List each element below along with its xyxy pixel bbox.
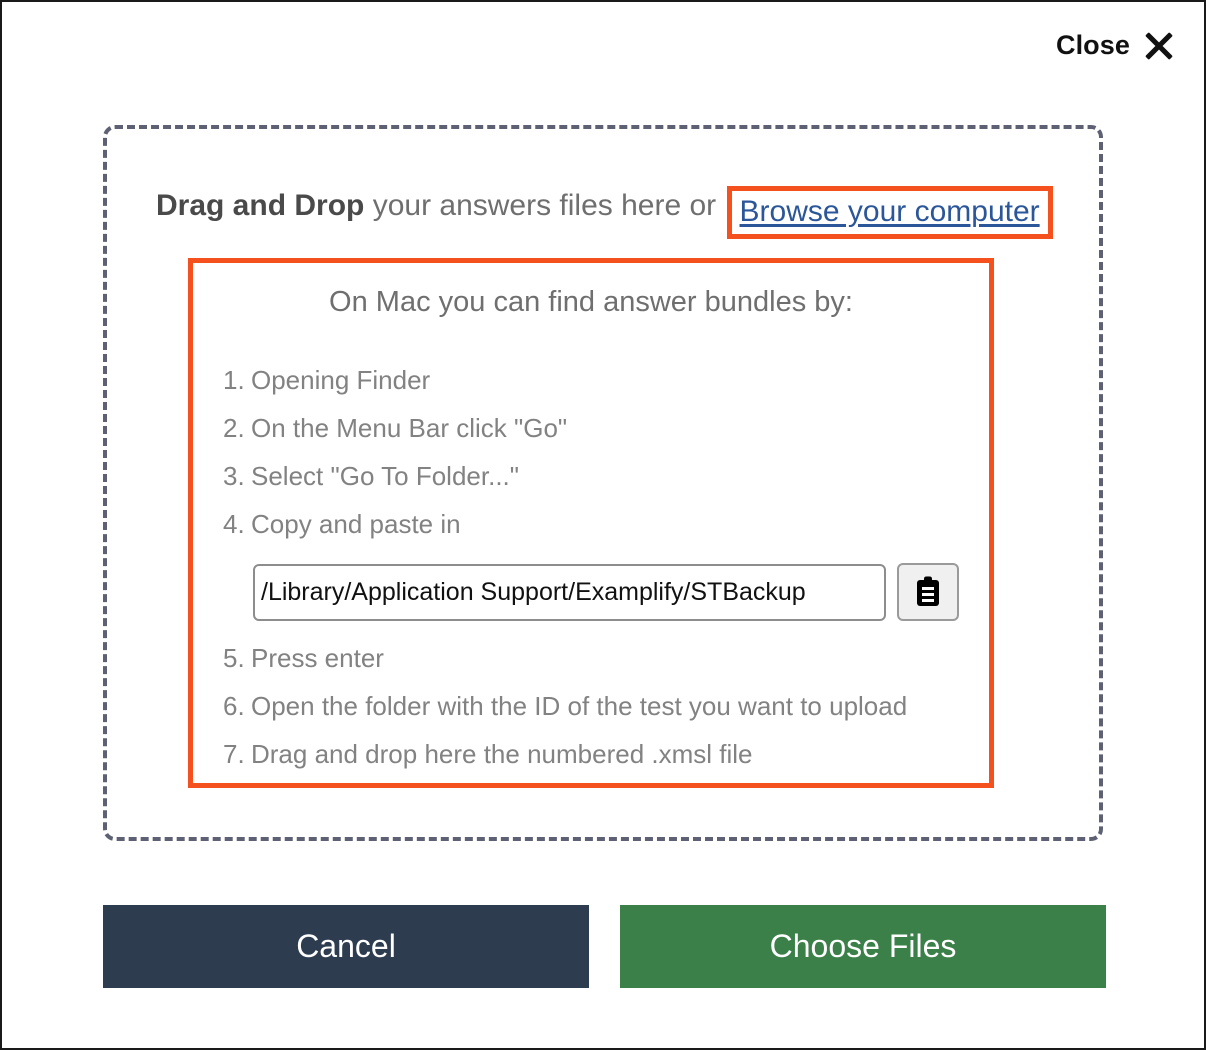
instructions-step-list-continued: 5. Press enter 6. Open the folder with t… (193, 643, 989, 769)
list-item: 6. Open the folder with the ID of the te… (193, 691, 989, 721)
backup-path-row (193, 563, 989, 621)
copy-path-button[interactable] (897, 563, 959, 621)
clipboard-icon (914, 576, 942, 608)
upload-answers-dialog: Close Drag and Drop your answers files h… (0, 0, 1206, 1050)
step-number: 6. (223, 691, 245, 721)
drag-and-drop-rest: your answers files here or (364, 189, 725, 222)
step-text: Drag and drop here the numbered .xmsl fi… (251, 739, 753, 769)
list-item: 2. On the Menu Bar click "Go" (193, 413, 989, 443)
mac-instructions-panel: On Mac you can find answer bundles by: 1… (188, 258, 994, 788)
list-item: 1. Opening Finder (193, 365, 989, 395)
file-dropzone[interactable]: Drag and Drop your answers files here or… (103, 125, 1103, 841)
dialog-footer: Cancel Choose Files (103, 905, 1106, 988)
step-text: Opening Finder (251, 365, 431, 395)
step-number: 5. (223, 643, 245, 673)
step-text: Select "Go To Folder..." (251, 461, 519, 491)
step-text: Copy and paste in (251, 509, 461, 539)
list-item: 4. Copy and paste in (193, 509, 989, 539)
step-number: 1. (223, 365, 245, 395)
choose-files-button[interactable]: Choose Files (620, 905, 1106, 988)
step-number: 7. (223, 739, 245, 769)
step-text: On the Menu Bar click "Go" (251, 413, 568, 443)
drag-and-drop-prompt: Drag and Drop your answers files here or… (156, 186, 1066, 239)
step-number: 2. (223, 413, 245, 443)
step-text: Press enter (251, 643, 384, 673)
list-item: 7. Drag and drop here the numbered .xmsl… (193, 739, 989, 769)
instructions-step-list: 1. Opening Finder 2. On the Menu Bar cli… (193, 365, 989, 539)
step-text: Open the folder with the ID of the test … (251, 691, 908, 721)
cancel-button[interactable]: Cancel (103, 905, 589, 988)
close-label: Close (1055, 30, 1130, 60)
list-item: 5. Press enter (193, 643, 989, 673)
drag-and-drop-emphasis: Drag and Drop (156, 189, 365, 222)
step-number: 3. (223, 461, 245, 491)
backup-path-input[interactable] (253, 563, 886, 621)
instructions-heading: On Mac you can find answer bundles by: (329, 286, 853, 318)
step-number: 4. (223, 509, 245, 539)
browse-computer-link[interactable]: Browse your computer (740, 195, 1040, 228)
list-item: 3. Select "Go To Folder..." (193, 461, 989, 491)
browse-computer-highlight[interactable]: Browse your computer (726, 186, 1053, 239)
close-x-icon[interactable] (1144, 31, 1174, 61)
close-button[interactable]: Close (1056, 30, 1174, 61)
